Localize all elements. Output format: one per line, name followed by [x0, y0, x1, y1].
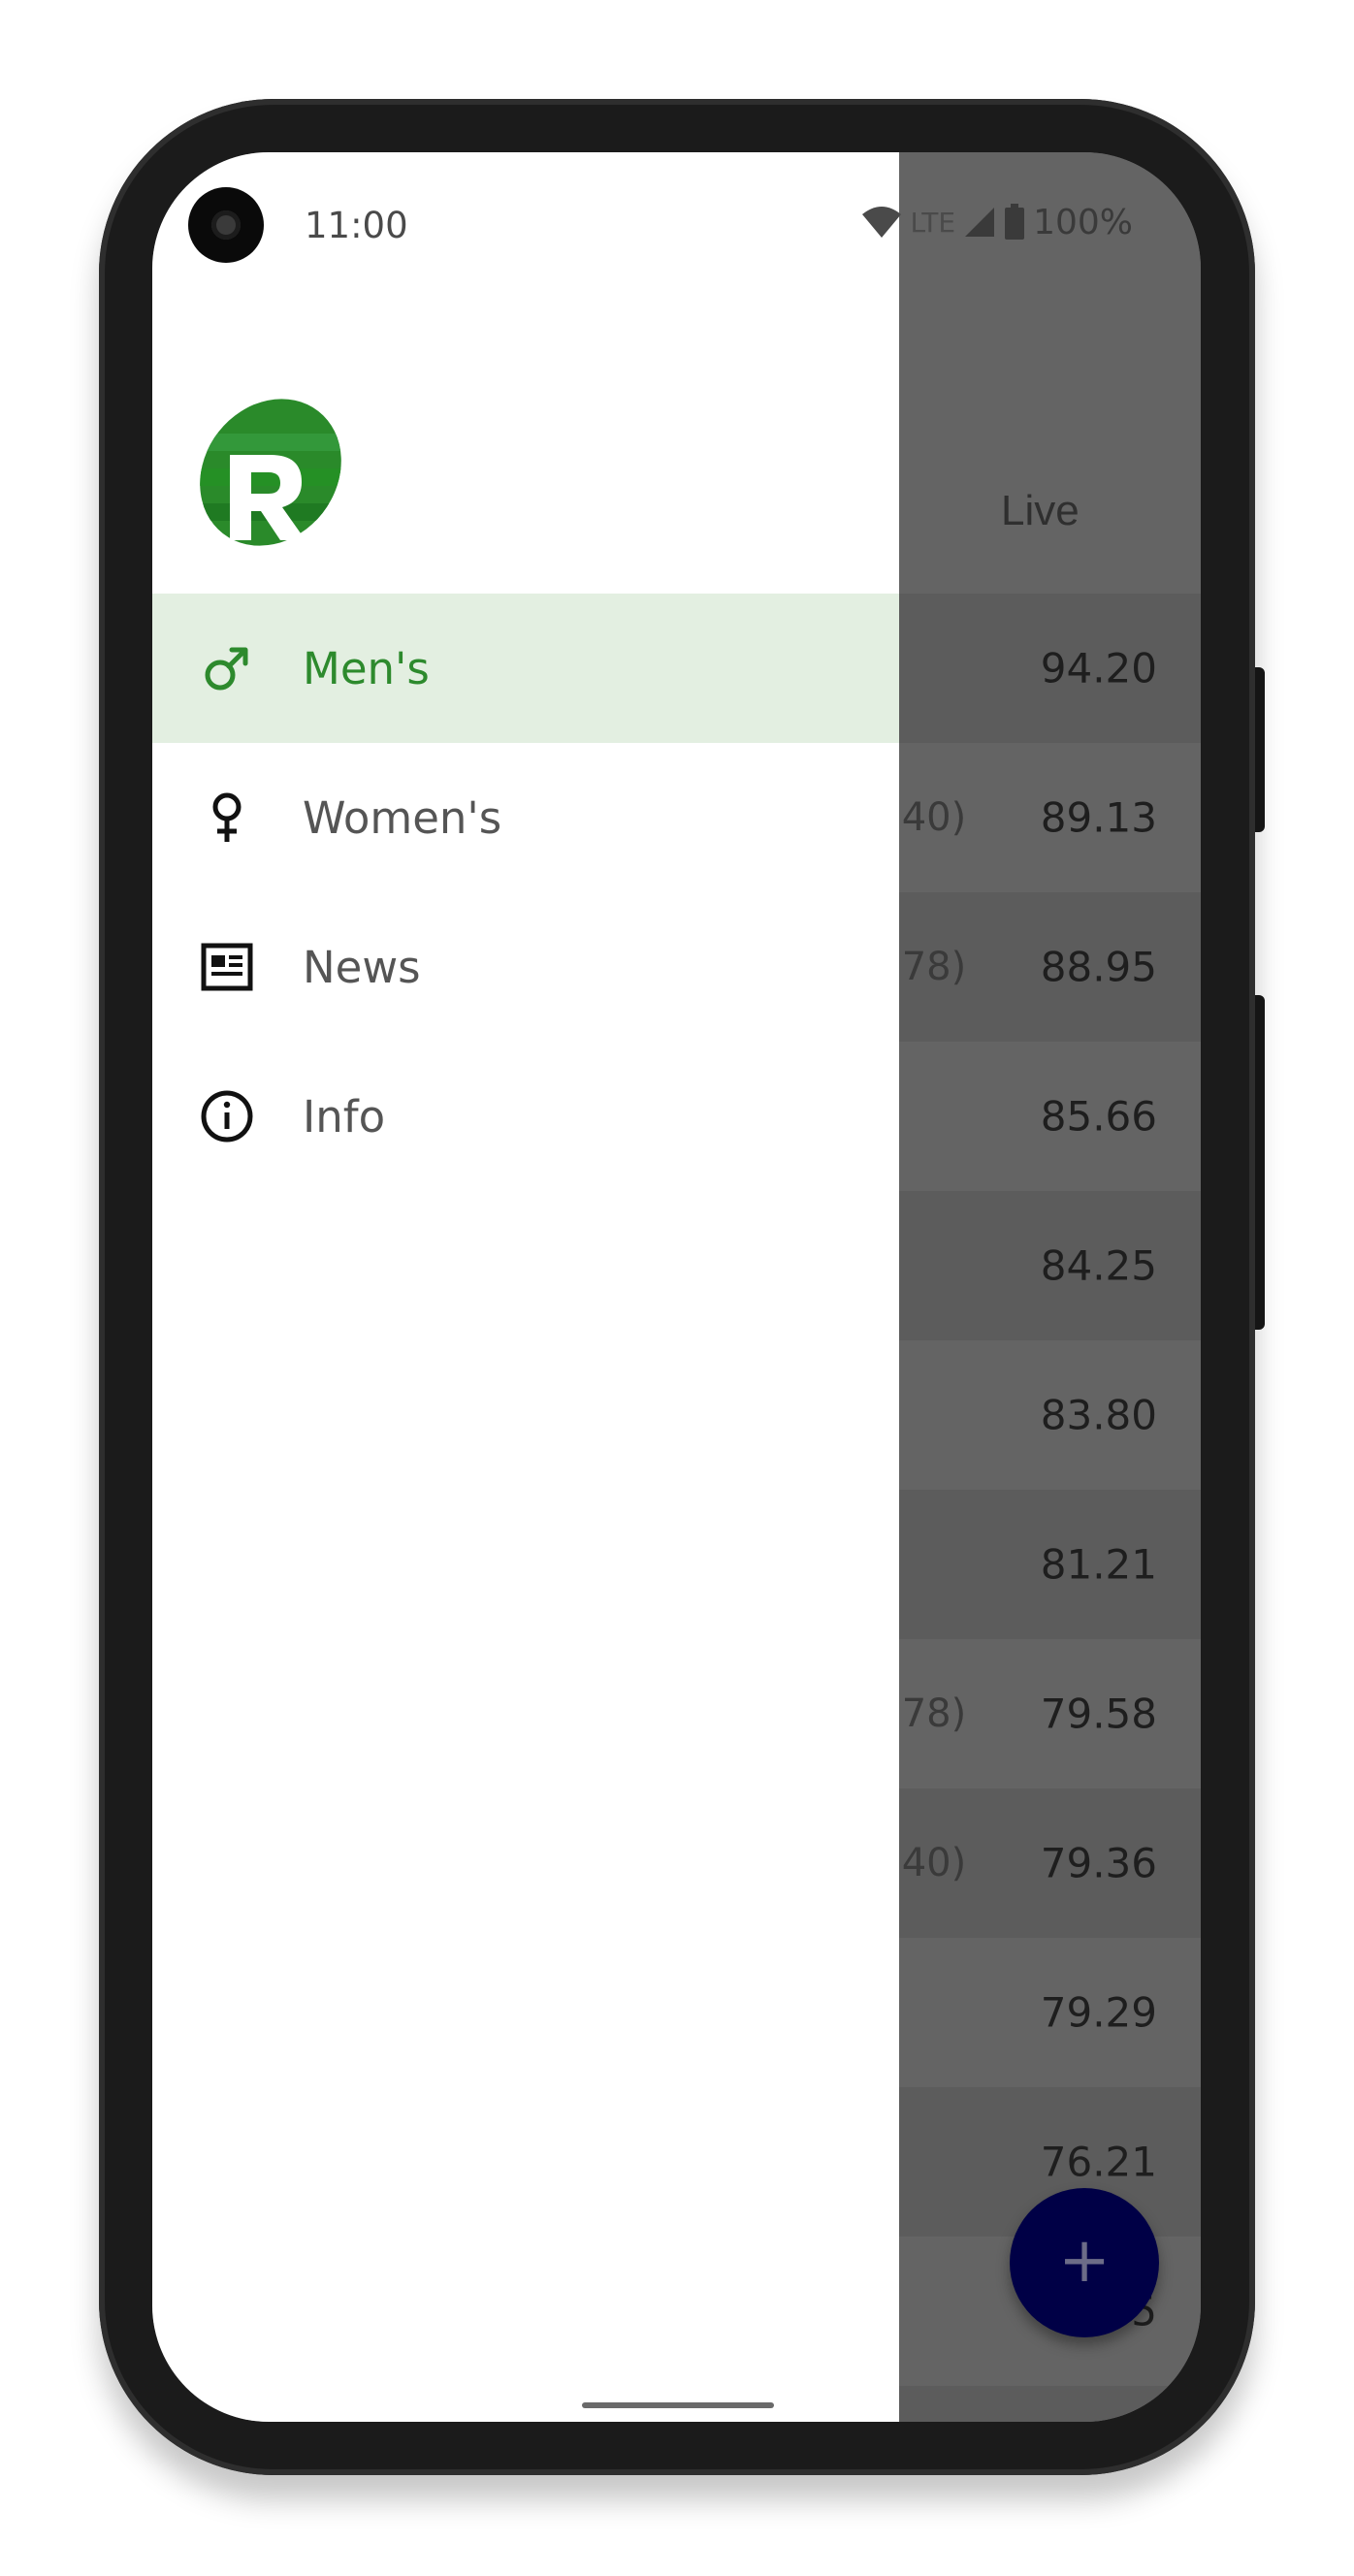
previous-score: .78)	[889, 1691, 967, 1736]
battery-icon	[1005, 204, 1025, 240]
status-bar: 11:00 LTE 100%	[152, 152, 1201, 298]
status-time: 11:00	[305, 205, 408, 246]
live-score: 89.13	[1040, 793, 1157, 842]
live-score: 83.80	[1040, 1391, 1157, 1439]
drawer-item-mens[interactable]: Men's	[152, 594, 899, 743]
navigation-drawer: Men's Women's News Info	[152, 152, 899, 2422]
drawer-item-label: Men's	[303, 642, 430, 694]
live-score: 84.25	[1040, 1241, 1157, 1290]
live-score: 88.95	[1040, 943, 1157, 991]
live-score: 76.21	[1040, 2138, 1157, 2186]
previous-score: .40)	[889, 1841, 967, 1885]
battery-percentage: 100%	[1033, 202, 1133, 242]
drawer-item-label: Info	[303, 1090, 386, 1143]
previous-score: .78)	[889, 945, 967, 989]
live-score: 94.20	[1040, 644, 1157, 692]
add-fab-button[interactable]: +	[1010, 2188, 1159, 2337]
power-button	[1255, 667, 1265, 832]
drawer-item-womens[interactable]: Women's	[152, 743, 899, 892]
network-type-label: LTE	[910, 206, 956, 239]
male-icon	[205, 647, 248, 691]
home-indicator[interactable]	[582, 2402, 774, 2408]
previous-score: .40)	[889, 795, 967, 840]
signal-icon	[965, 208, 995, 237]
live-score: 79.36	[1040, 1839, 1157, 1887]
column-header-live: Live	[1001, 487, 1080, 534]
drawer-item-label: News	[303, 941, 421, 993]
app-logo	[193, 395, 348, 550]
info-icon	[201, 1090, 253, 1143]
live-score: 85.66	[1040, 1092, 1157, 1141]
volume-button	[1255, 995, 1265, 1330]
live-score: 81.21	[1040, 1540, 1157, 1589]
status-icons: LTE 100%	[860, 201, 1133, 243]
drawer-item-label: Women's	[303, 791, 502, 844]
drawer-item-info[interactable]: Info	[152, 1042, 899, 1191]
female-icon	[212, 792, 242, 842]
drawer-item-news[interactable]: News	[152, 892, 899, 1042]
live-score: 79.29	[1040, 1988, 1157, 2037]
wifi-icon	[861, 207, 901, 238]
live-score: 79.58	[1040, 1690, 1157, 1738]
newspaper-icon	[201, 943, 253, 991]
front-camera	[188, 187, 264, 263]
phone-screen: s Live 94.20 .40) 89.13 .78) 88.95 85.66…	[152, 152, 1201, 2422]
